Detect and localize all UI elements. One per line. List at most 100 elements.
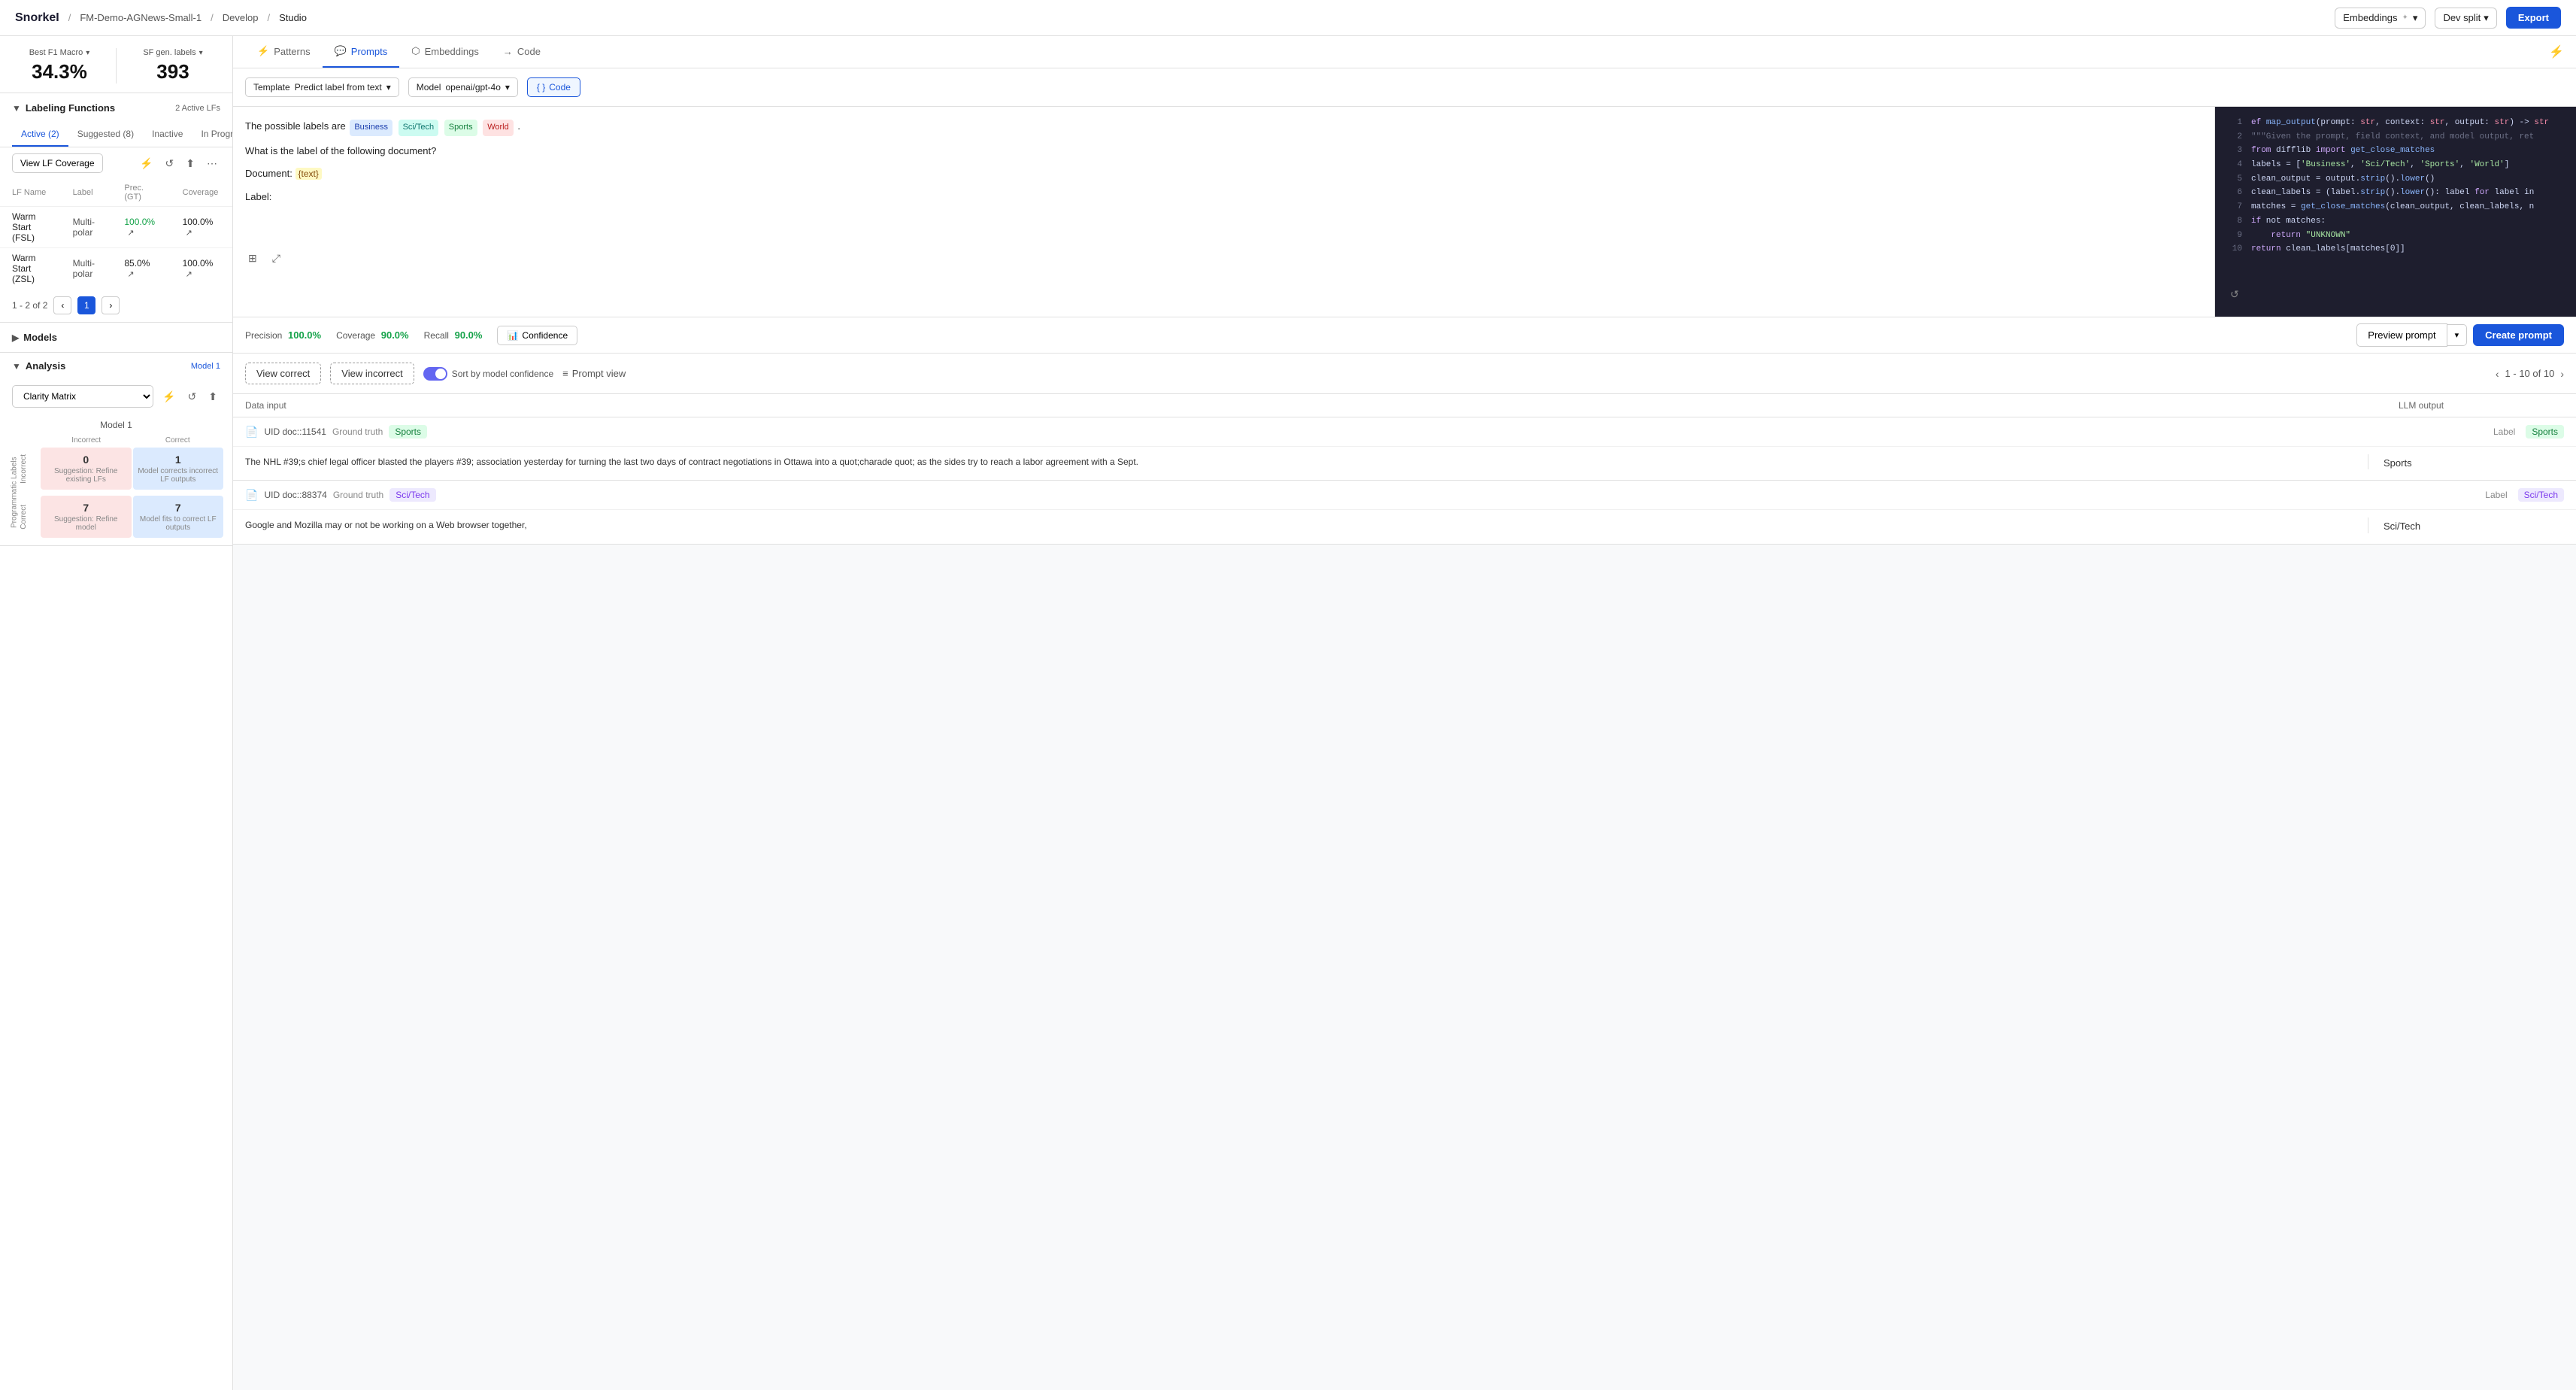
view-correct-button[interactable]: View correct [245,363,321,384]
result-row-1-llm: Sci/Tech [2384,517,2564,533]
lf-row-1-cov-extlink[interactable]: ↗ [186,270,192,279]
refresh-code-button[interactable]: ↺ [2227,287,2242,302]
lf-table: LF Name Label Prec. (GT) Coverage Warm S… [0,179,232,289]
breadcrumb-develop[interactable]: Develop [223,12,259,23]
page-next-button[interactable]: › [102,296,120,314]
results-prev-button[interactable]: ‹ [2496,368,2499,380]
cell-1-0: 7 Suggestion: Refine model [41,496,132,538]
dev-split-label: Dev split [2443,12,2481,23]
page-prev-button[interactable]: ‹ [53,296,71,314]
template-select[interactable]: Template Predict label from text ▾ [245,77,399,97]
label-label-0: Label [2493,426,2515,437]
analysis-title[interactable]: ▼ Analysis [12,360,65,372]
gt-label-1: Ground truth [333,490,383,500]
label-world: World [483,120,514,136]
lf-row-1-extlink[interactable]: ↗ [127,270,134,279]
lf-tab-inactive[interactable]: Inactive [143,123,192,147]
result-row-0-inner: The NHL #39;s chief legal officer blaste… [245,454,2564,469]
dev-split-button[interactable]: Dev split ▾ [2435,8,2496,29]
result-row-0-text: The NHL #39;s chief legal officer blaste… [245,454,2353,469]
table-icon-button[interactable]: ⊞ [245,250,260,266]
labeling-functions-title: ▼ Labeling Functions [12,102,115,114]
cell-0-1-suggestion: Model corrects incorrect LF outputs [136,467,221,484]
result-row-1: 📄 UID doc::88374 Ground truth Sci/Tech L… [233,481,2576,544]
best-f1-dropdown-icon[interactable]: ▾ [86,49,89,57]
coverage-label: Coverage 90.0% [336,329,409,341]
preview-prompt-arrow-button[interactable]: ▾ [2447,324,2468,346]
create-prompt-button[interactable]: Create prompt [2473,324,2564,346]
embeddings-dropdown[interactable]: Embeddings ✦ ▾ [2335,8,2426,29]
tab-code[interactable]: → Code [491,37,553,68]
labeling-functions-section: ▼ Labeling Functions 2 Active LFs Active… [0,93,232,323]
toggle-switch-ui[interactable] [423,367,447,381]
vertical-axis-label: Programmatic Labels [9,446,20,539]
clarity-matrix: Model 1 Incorrect Correct Programmatic L… [0,414,232,545]
analysis-select-row: Clarity Matrix ⚡ ↺ ⬆ [0,379,232,414]
analysis-refresh-icon[interactable]: ↺ [185,389,200,405]
confidence-button[interactable]: 📊 Confidence [497,326,577,345]
tab-embeddings[interactable]: ⬡ Embeddings [399,36,491,68]
doc-icon-1: 📄 [245,489,258,502]
models-header[interactable]: ▶ Models [0,323,232,352]
code-line-5: 5 clean_output = output.strip().lower() [2227,172,2564,187]
analysis-select[interactable]: Clarity Matrix [12,385,153,408]
code-icon: → [503,46,513,57]
tab-patterns[interactable]: ⚡ Patterns [245,36,323,68]
more-icon-button[interactable]: ⋯ [204,156,220,171]
sort-confidence-toggle[interactable]: Sort by model confidence [423,367,553,381]
export-icon-button[interactable]: ⬆ [183,156,198,171]
prompt-text-area[interactable]: The possible labels are Business Sci/Tec… [233,107,2215,317]
doc-icon-0: 📄 [245,426,258,439]
analysis-filter-icon[interactable]: ⚡ [159,389,178,405]
expand-icon-button[interactable]: ⤢ [269,250,283,266]
results-next-button[interactable]: › [2560,368,2564,380]
template-arrow: ▾ [386,82,391,93]
filter-icon[interactable]: ⚡ [2549,44,2564,59]
prompt-view-icon: ≡ [562,368,568,379]
matrix-outer: Programmatic Labels Incorrect 0 Suggesti… [9,446,223,539]
refresh-icon-button[interactable]: ↺ [162,156,177,171]
analysis-export-icon[interactable]: ⬆ [205,389,220,405]
col-llm-output: LLM output [2399,400,2564,411]
lf-tab-suggested[interactable]: Suggested (8) [68,123,143,147]
prompt-view-button[interactable]: ≡ Prompt view [562,368,626,379]
sf-gen-value: 393 [129,60,217,83]
preview-prompt-button[interactable]: Preview prompt [2356,323,2447,347]
code-button[interactable]: { } Code [527,77,580,97]
export-button[interactable]: Export [2506,7,2561,29]
lf-row-0-extlink[interactable]: ↗ [127,229,134,238]
breadcrumb-sep-2: / [211,12,214,23]
breadcrumb-sep-1: / [68,12,71,23]
filter-icon-button[interactable]: ⚡ [137,156,156,171]
lf-row-0-cov-extlink[interactable]: ↗ [186,229,192,238]
breadcrumb-project[interactable]: FM-Demo-AGNews-Small-1 [80,12,202,23]
model-select[interactable]: Model openai/gpt-4o ▾ [408,77,518,97]
model-arrow: ▾ [505,82,510,93]
label-badge-0: Sports [2526,425,2564,439]
col-lf-name: LF Name [0,179,61,207]
row-label-correct: Correct [20,505,41,530]
page-1-button[interactable]: 1 [77,296,95,314]
prompt-editor-bar: Template Predict label from text ▾ Model… [233,68,2576,107]
view-incorrect-button[interactable]: View incorrect [330,363,414,384]
code-line-6: 6 clean_labels = (label.strip().lower():… [2227,186,2564,200]
sf-gen-dropdown-icon[interactable]: ▾ [199,49,203,57]
tab-prompts[interactable]: 💬 Prompts [323,36,400,68]
label-sports: Sports [444,120,477,136]
lf-tab-inprogress[interactable]: In Progress (0) [192,123,233,147]
results-pagination: ‹ 1 - 10 of 10 › [2496,368,2564,380]
text-variable: {text} [295,168,322,180]
labeling-functions-header[interactable]: ▼ Labeling Functions 2 Active LFs [0,93,232,123]
models-section: ▶ Models [0,323,232,353]
lf-row-0: Warm Start (FSL) Multi-polar 100.0% ↗ 10… [0,207,232,248]
uid-0: UID doc::11541 [264,426,326,437]
breadcrumb-studio[interactable]: Studio [279,12,307,23]
lf-tab-active[interactable]: Active (2) [12,123,68,147]
result-row-0-header: 📄 UID doc::11541 Ground truth Sports Lab… [233,417,2576,447]
gt-badge-0: Sports [389,425,427,439]
uid-1: UID doc::88374 [264,490,326,500]
prompts-icon: 💬 [335,45,347,57]
matrix-header: Incorrect Correct [9,435,223,446]
view-coverage-button[interactable]: View LF Coverage [12,153,103,173]
prompt-editor-icons: ⊞ ⤢ [245,250,2202,266]
